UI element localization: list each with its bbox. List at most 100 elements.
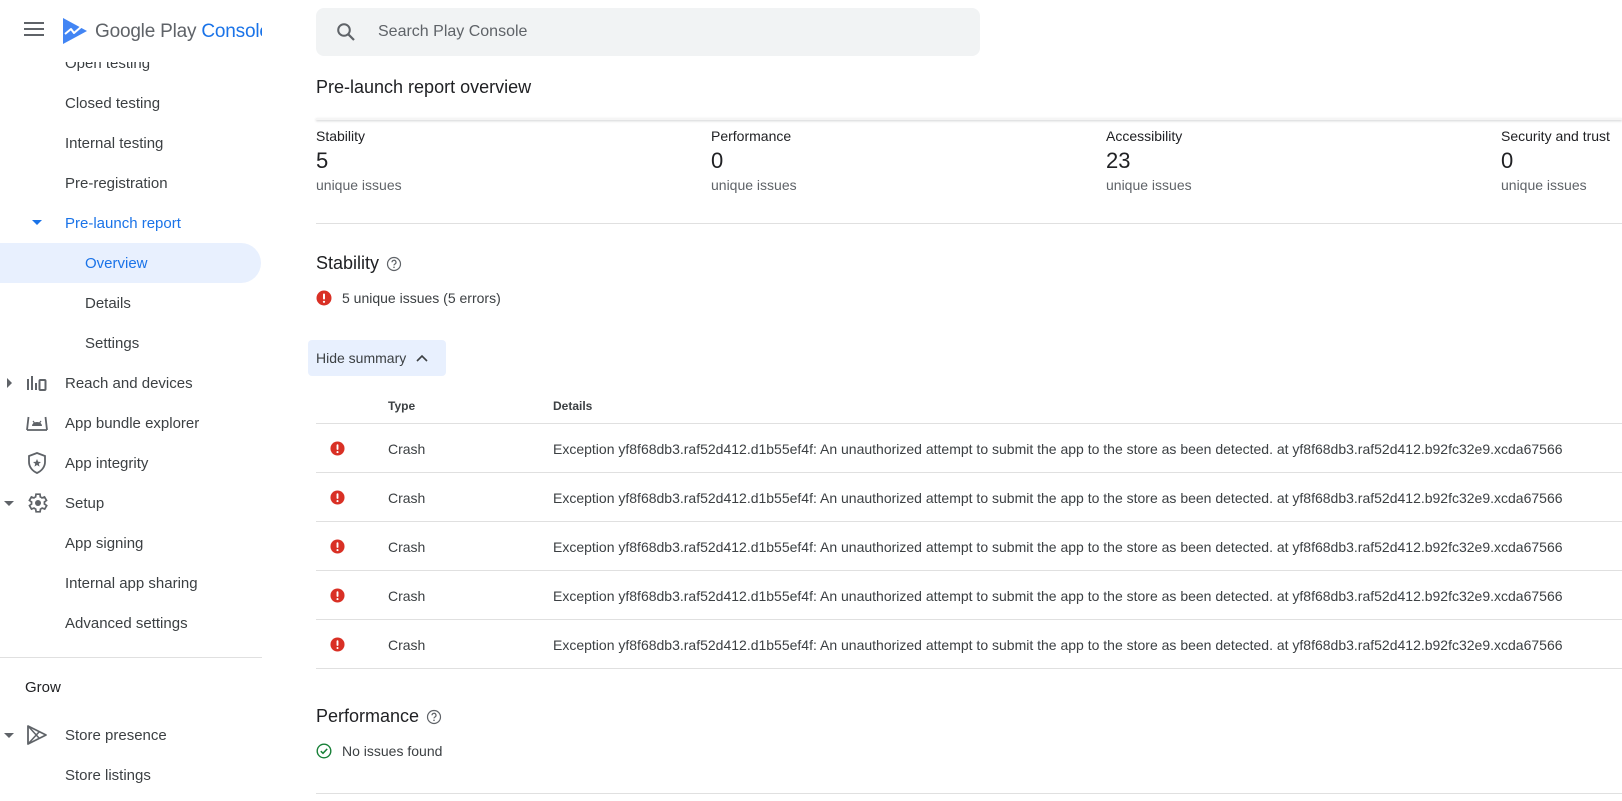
stat-value: 23 — [1106, 148, 1131, 173]
stat-performance[interactable]: Performance 0 unique issues — [711, 128, 797, 193]
sidebar-item-reach-and-devices[interactable]: Reach and devices — [0, 363, 262, 403]
search-icon[interactable] — [336, 22, 356, 42]
section-title-text: Stability — [316, 253, 380, 273]
stat-label: Performance — [711, 128, 792, 144]
header-divider — [316, 118, 1622, 120]
sidebar-item-pre-registration[interactable]: Pre-registration — [0, 163, 262, 203]
issue-type: Crash — [388, 637, 426, 653]
sidebar-item-closed-testing[interactable]: Closed testing — [0, 83, 262, 123]
sidebar-item-label: Closed testing — [65, 94, 161, 112]
hide-summary-button[interactable]: Hide summary — [308, 340, 446, 376]
sidebar-item-label: App signing — [65, 534, 144, 552]
play-outline-icon — [27, 725, 47, 745]
stat-security-and-trust[interactable]: Security and trust 0 unique issues — [1501, 128, 1610, 193]
stability-section-title: Stability — [316, 253, 402, 274]
column-header-type[interactable]: Type — [388, 399, 415, 413]
stat-sublabel: unique issues — [711, 177, 797, 193]
sidebar-item-store-listings[interactable]: Store listings — [0, 755, 262, 795]
sidebar-item-store-presence[interactable]: Store presence — [0, 715, 262, 755]
sidebar-item-internal-testing[interactable]: Internal testing — [0, 123, 262, 163]
issue-type: Crash — [388, 441, 426, 457]
issue-details: Exception yf8f68db3.raf52d412.d1b55ef4f:… — [553, 539, 1563, 555]
sidebar-item-label: Pre-launch report — [65, 214, 181, 232]
hide-summary-label: Hide summary — [316, 350, 407, 366]
gear-icon — [28, 493, 48, 513]
brand-primary: Google Play — [95, 21, 197, 42]
shield-star-icon — [28, 452, 46, 474]
page-title: Pre-launch report overview — [316, 77, 532, 97]
help-icon[interactable] — [386, 256, 402, 272]
table-row[interactable]: Crash Exception yf8f68db3.raf52d412.d1b5… — [316, 473, 1622, 522]
issue-details: Exception yf8f68db3.raf52d412.d1b55ef4f:… — [553, 588, 1563, 604]
sidebar-item-app-bundle-explorer[interactable]: App bundle explorer — [0, 403, 262, 443]
chevron-up-icon — [416, 354, 428, 362]
sidebar-item-advanced-settings[interactable]: Advanced settings — [0, 603, 262, 643]
table-row[interactable]: Crash Exception yf8f68db3.raf52d412.d1b5… — [316, 522, 1622, 571]
main-content: Pre-launch report overview Stability 5 u… — [308, 0, 1622, 801]
sidebar-item-label: Pre-registration — [65, 174, 168, 192]
caret-right-icon — [7, 378, 12, 388]
sidebar-item-label: Overview — [85, 254, 148, 272]
table-row[interactable]: Crash Exception yf8f68db3.raf52d412.d1b5… — [316, 424, 1622, 473]
stat-stability[interactable]: Stability 5 unique issues — [316, 128, 402, 193]
search-input[interactable] — [378, 8, 958, 56]
performance-status-text: No issues found — [342, 743, 443, 759]
error-icon — [330, 637, 345, 652]
sidebar-item-setup[interactable]: Setup — [0, 483, 262, 523]
stat-label: Security and trust — [1501, 128, 1610, 144]
stat-value: 0 — [1501, 148, 1514, 173]
help-icon[interactable] — [426, 709, 442, 725]
brand-secondary: Console — [201, 21, 262, 42]
stability-issues-table: Type Details Crash Exception yf8f68db3.r… — [316, 386, 1622, 669]
stats-summary: Stability 5 unique issues Performance 0 … — [316, 128, 1622, 224]
column-header-details[interactable]: Details — [553, 399, 592, 413]
stat-value: 5 — [316, 148, 329, 173]
search-bar[interactable] — [316, 8, 980, 56]
section-title-text: Performance — [316, 706, 420, 726]
error-icon — [316, 290, 332, 306]
sidebar: Open testing Closed testing Internal tes… — [0, 0, 262, 801]
error-icon — [330, 441, 345, 456]
sidebar-item-label: Internal app sharing — [65, 574, 198, 592]
performance-status: No issues found — [316, 743, 442, 759]
table-row[interactable]: Crash Exception yf8f68db3.raf52d412.d1b5… — [316, 620, 1622, 669]
stat-value: 0 — [711, 148, 724, 173]
menu-icon[interactable] — [24, 22, 48, 40]
sidebar-item-pre-launch-report[interactable]: Pre-launch report — [0, 203, 262, 243]
issue-details: Exception yf8f68db3.raf52d412.d1b55ef4f:… — [553, 490, 1563, 506]
stat-label: Accessibility — [1106, 128, 1183, 144]
issue-details: Exception yf8f68db3.raf52d412.d1b55ef4f:… — [553, 441, 1563, 457]
caret-down-icon — [32, 220, 42, 225]
sidebar-item-app-integrity[interactable]: App integrity — [0, 443, 262, 483]
sidebar-item-label: Store presence — [65, 726, 167, 744]
sidebar-nav: Open testing Closed testing Internal tes… — [0, 45, 262, 795]
stat-accessibility[interactable]: Accessibility 23 unique issues — [1106, 128, 1192, 193]
play-console-logo-icon[interactable] — [62, 17, 88, 45]
stat-label: Stability — [316, 128, 366, 144]
stat-sublabel: unique issues — [316, 177, 402, 193]
brand-title[interactable]: Google Play Console — [95, 21, 262, 43]
table-header: Type Details — [316, 386, 1622, 424]
sidebar-item-label: App integrity — [65, 454, 149, 472]
section-divider — [316, 793, 1622, 794]
sidebar-item-app-signing[interactable]: App signing — [0, 523, 262, 563]
table-row[interactable]: Crash Exception yf8f68db3.raf52d412.d1b5… — [316, 571, 1622, 620]
stat-sublabel: unique issues — [1106, 177, 1192, 193]
sidebar-section-grow: Grow — [25, 678, 61, 696]
caret-down-icon — [4, 501, 14, 506]
performance-section-title: Performance — [316, 706, 442, 727]
caret-down-icon — [4, 733, 14, 738]
sidebar-item-label: Advanced settings — [65, 614, 188, 632]
issue-type: Crash — [388, 539, 426, 555]
sidebar-item-label: Store listings — [65, 766, 151, 784]
stability-status-text: 5 unique issues (5 errors) — [342, 290, 501, 306]
brand-header: Google Play Console — [0, 0, 262, 62]
sidebar-item-overview[interactable]: Overview — [0, 243, 261, 283]
issue-type: Crash — [388, 588, 426, 604]
sidebar-item-details[interactable]: Details — [0, 283, 262, 323]
sidebar-item-internal-app-sharing[interactable]: Internal app sharing — [0, 563, 262, 603]
stability-status: 5 unique issues (5 errors) — [316, 290, 501, 306]
error-icon — [330, 588, 345, 603]
issue-details: Exception yf8f68db3.raf52d412.d1b55ef4f:… — [553, 637, 1563, 653]
sidebar-item-settings[interactable]: Settings — [0, 323, 262, 363]
